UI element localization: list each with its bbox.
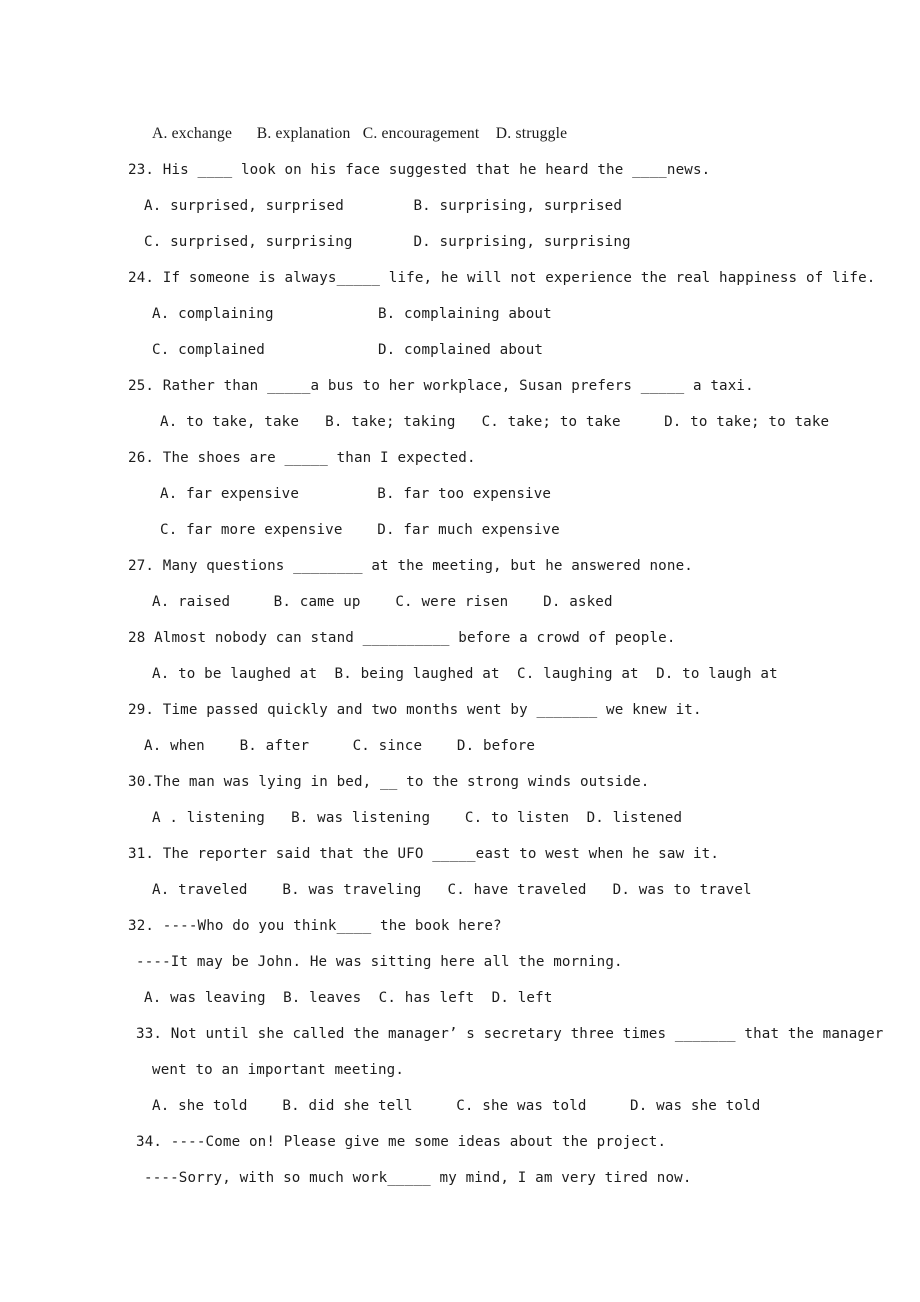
q26-opt-ab: A. far expensive B. far too expensive	[160, 486, 552, 502]
q30-opts: A . listening B. was listening C. to lis…	[152, 810, 683, 826]
q24-opt-ab: A. complaining B. complaining about	[152, 306, 552, 322]
document-page: A. exchange B. explanation C. encouragem…	[0, 0, 920, 1302]
q26-opt-cd: C. far more expensive D. far much expens…	[160, 522, 560, 538]
q31-opts: A. traveled B. was traveling C. have tra…	[152, 882, 752, 898]
q29-stem: 29. Time passed quickly and two months w…	[128, 702, 702, 718]
question-list: A. exchange B. explanation C. encouragem…	[128, 116, 884, 1196]
q23-opt-ab: A. surprised, surprised B. surprising, s…	[144, 198, 623, 214]
q32-reply: ----It may be John. He was sitting here …	[136, 954, 623, 970]
q28-opts: A. to be laughed at B. being laughed at …	[152, 666, 778, 682]
q23-stem: 23. His ____ look on his face suggested …	[128, 162, 711, 178]
q23-opt-cd: C. surprised, surprising D. surprising, …	[144, 234, 631, 250]
q33-opts: A. she told B. did she tell C. she was t…	[152, 1098, 761, 1114]
q24-stem: 24. If someone is always_____ life, he w…	[128, 270, 876, 286]
q26-stem: 26. The shoes are _____ than I expected.	[128, 450, 476, 466]
q25-opts: A. to take, take B. take; taking C. take…	[160, 414, 830, 430]
q30-stem: 30.The man was lying in bed, __ to the s…	[128, 774, 650, 790]
q32-stem: 32. ----Who do you think____ the book he…	[128, 918, 502, 934]
q32-opts: A. was leaving B. leaves C. has left D. …	[144, 990, 553, 1006]
q27-opts: A. raised B. came up C. were risen D. as…	[152, 594, 613, 610]
q24-opt-cd: C. complained D. complained about	[152, 342, 544, 358]
q28-stem: 28 Almost nobody can stand __________ be…	[128, 630, 676, 646]
q33-stem-1: 33. Not until she called the manager’ s …	[136, 1026, 884, 1042]
q34-reply: ----Sorry, with so much work_____ my min…	[144, 1170, 692, 1186]
q29-opts: A. when B. after C. since D. before	[144, 738, 536, 754]
q34-stem: 34. ----Come on! Please give me some ide…	[136, 1134, 667, 1150]
q27-stem: 27. Many questions ________ at the meeti…	[128, 558, 693, 574]
q22-options: A. exchange B. explanation C. encouragem…	[152, 125, 568, 142]
q31-stem: 31. The reporter said that the UFO _____…	[128, 846, 720, 862]
q33-stem-2: went to an important meeting.	[152, 1062, 405, 1078]
q25-stem: 25. Rather than _____a bus to her workpl…	[128, 378, 754, 394]
